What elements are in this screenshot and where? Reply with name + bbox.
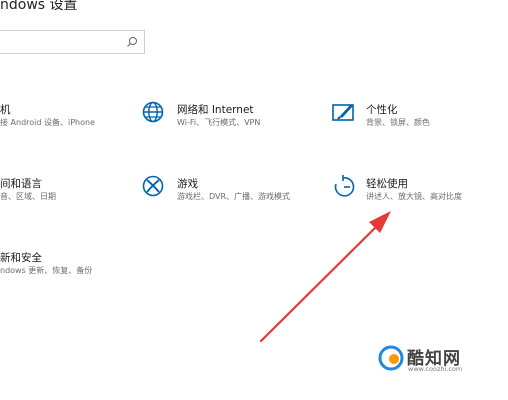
tile-ease-of-access-name: 轻松使用	[366, 178, 408, 190]
tile-ease-of-access-desc: 讲述人、放大镜、高对比度	[366, 192, 462, 201]
tile-update-security-name: 新和安全	[0, 252, 42, 264]
search-input[interactable]	[0, 30, 145, 54]
paint-brush-icon	[332, 104, 354, 121]
tile-personalization-desc: 背景、锁屏、颜色	[366, 118, 430, 127]
xbox-icon	[142, 175, 164, 197]
watermark-logo-icon	[378, 345, 404, 371]
tile-gaming-desc: 游戏栏、DVR、广播、游戏模式	[177, 192, 291, 201]
watermark: 酷知网 www.coozhi.com	[377, 342, 505, 376]
tile-time-language-desc: 音、区域、日期	[0, 192, 56, 201]
tile-gaming-name: 游戏	[177, 178, 198, 190]
search-icon	[127, 37, 137, 47]
window-title: ndows 设置	[0, 0, 78, 13]
tile-update-security-desc: ndows 更新、恢复、备份	[0, 266, 93, 275]
tile-network-desc: Wi-Fi、飞行模式、VPN	[177, 118, 261, 127]
tile-network-name: 网络和 Internet	[177, 104, 254, 116]
ease-of-access-icon	[334, 175, 355, 197]
tile-time-language-name: 间和语言	[0, 178, 42, 190]
tile-phone-desc: 接 Android 设备、iPhone	[0, 118, 96, 127]
watermark-url: www.coozhi.com	[408, 365, 463, 373]
globe-icon	[142, 101, 164, 123]
tile-personalization-name: 个性化	[366, 104, 398, 116]
tile-phone-name: 机	[0, 104, 11, 116]
